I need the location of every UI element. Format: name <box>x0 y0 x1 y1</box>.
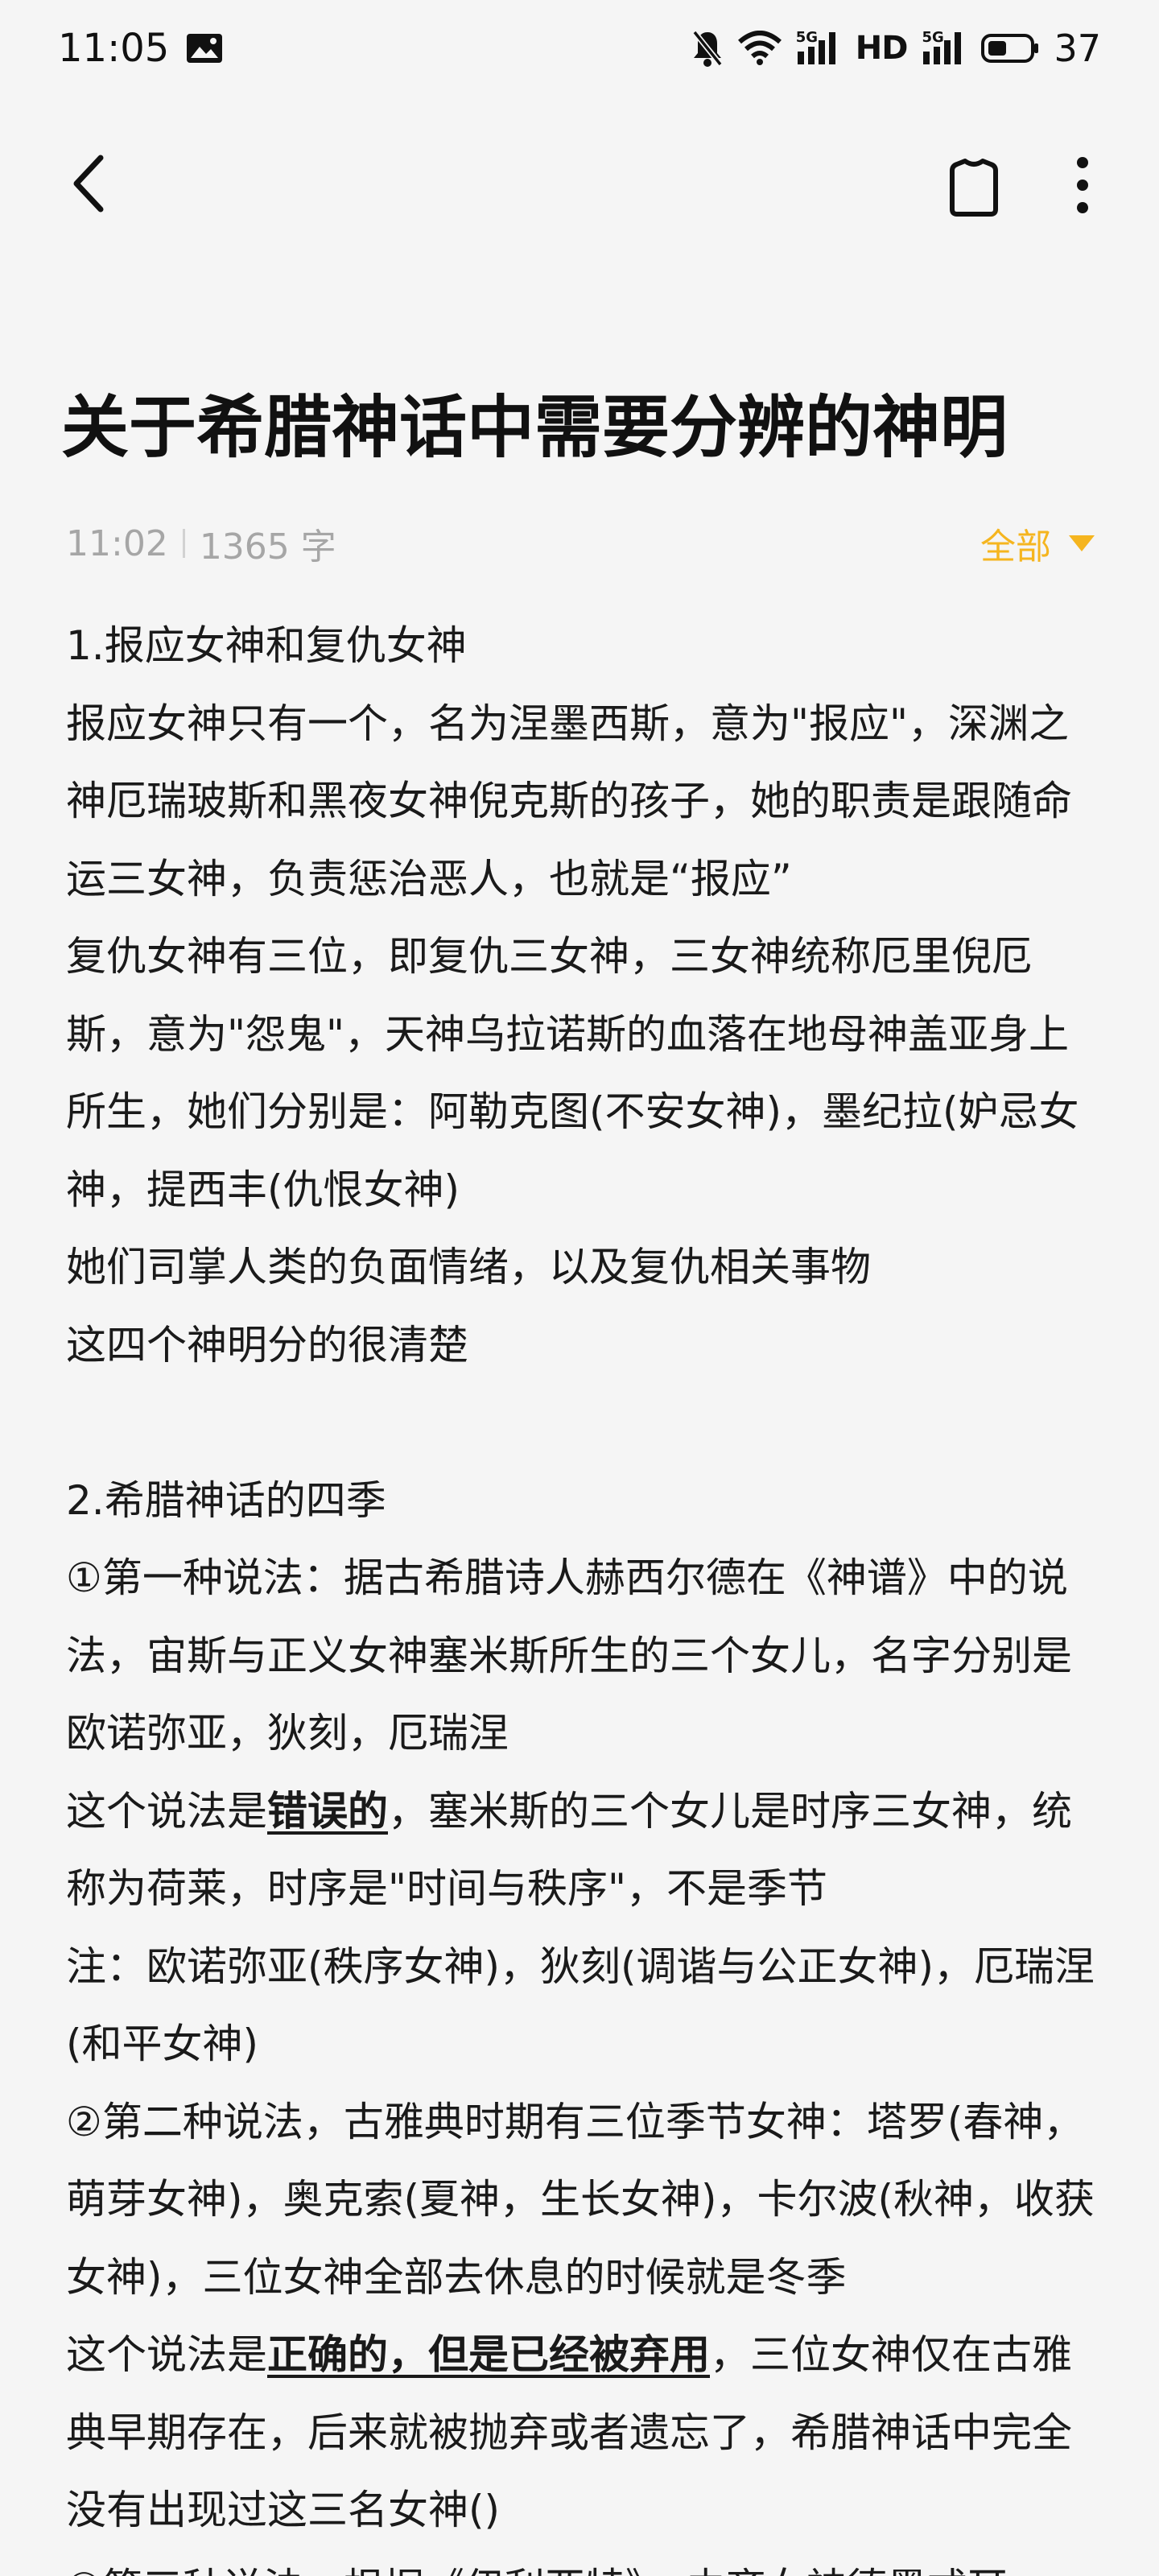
battery-level: 37 <box>1054 27 1101 70</box>
paragraph: 这个说法是错误的，塞米斯的三个女儿是时序三女神，统称为荷莱，时序是"时间与秩序"… <box>66 1773 1104 1928</box>
status-time: 11:05 <box>58 26 170 71</box>
paragraph: 1.报应女神和复仇女神 <box>66 622 467 669</box>
paragraph: 注：欧诺弥亚(秩序女神)，狄刻(调谐与公正女神)，厄瑞涅(和平女神) <box>66 1942 1095 2068</box>
text-span: 这个说法是 <box>66 1787 267 1835</box>
paragraph: 她们司掌人类的负面情绪，以及复仇相关事物 <box>66 1244 871 1290</box>
gallery-notification-icon <box>187 34 222 63</box>
note-meta: 11:02 1365 字 <box>66 517 336 570</box>
bookmark-tag-icon <box>950 159 998 217</box>
note-body[interactable]: 1.报应女神和复仇女神 报应女神只有一个，名为涅墨西斯，意为"报应"，深渊之神厄… <box>66 607 1104 2576</box>
paragraph: 2.希腊神话的四季 <box>66 1476 386 1524</box>
status-bar: 11:05 5G HD 5G 37 <box>0 0 1159 97</box>
chevron-left-icon <box>73 155 104 213</box>
paragraph: 这个说法是正确的，但是已经被弃用，三位女神仅在古雅典早期存在，后来就被抛弃或者遗… <box>66 2316 1104 2549</box>
note-word-count: 1365 字 <box>199 526 336 568</box>
paragraph: 复仇女神有三位，即复仇三女神，三女神统称厄里倪厄斯，意为"怨鬼"，天神乌拉诺斯的… <box>66 933 1079 1213</box>
more-options-button[interactable] <box>1054 148 1111 222</box>
paragraph: 这四个神明分的很清楚 <box>66 1321 468 1368</box>
note-time: 11:02 <box>66 522 168 564</box>
meta-divider <box>182 529 185 558</box>
paragraph: ①第一种说法：据古希腊诗人赫西尔德在《神谱》中的说法，宙斯与正义女神塞米斯所生的… <box>66 1554 1072 1757</box>
hd-label: HD <box>855 30 909 67</box>
note-title[interactable]: 关于希腊神话中需要分辨的神明 <box>61 383 1099 472</box>
signal-2: 5G <box>922 29 967 66</box>
emphasized-text: 错误的 <box>267 1787 388 1835</box>
folder-selector[interactable]: 全部 <box>980 517 1095 570</box>
text-span: 这个说法是 <box>66 2331 267 2378</box>
back-button[interactable] <box>56 145 121 222</box>
folder-label: 全部 <box>980 526 1051 568</box>
wifi-icon <box>737 31 782 65</box>
emphasized-text: 正确的，但是已经被弃用 <box>267 2331 710 2378</box>
paragraph: 报应女神只有一个，名为涅墨西斯，意为"报应"，深渊之神厄瑞玻斯和黑夜女神倪克斯的… <box>66 700 1072 902</box>
vertical-dots-icon <box>1077 157 1088 213</box>
status-indicators: 5G HD 5G 37 <box>691 23 1101 74</box>
note-screen: 11:05 5G HD 5G 37 关于希腊神话中需要分辨的神明 11:02 1… <box>0 0 1159 2576</box>
battery-icon <box>981 34 1039 63</box>
dropdown-triangle-icon <box>1069 535 1095 551</box>
signal-1: 5G <box>796 29 841 66</box>
paragraph: ③第三种说法，根据《伊利亚特》，由齐女神德墨忒耳 <box>66 2549 1104 2576</box>
tag-button[interactable] <box>940 150 1008 221</box>
paragraph: ②第二种说法，古雅典时期有三位季节女神：塔罗(春神，萌芽女神)，奥克索(夏神，生… <box>66 2098 1095 2301</box>
bell-muted-icon <box>692 30 723 67</box>
